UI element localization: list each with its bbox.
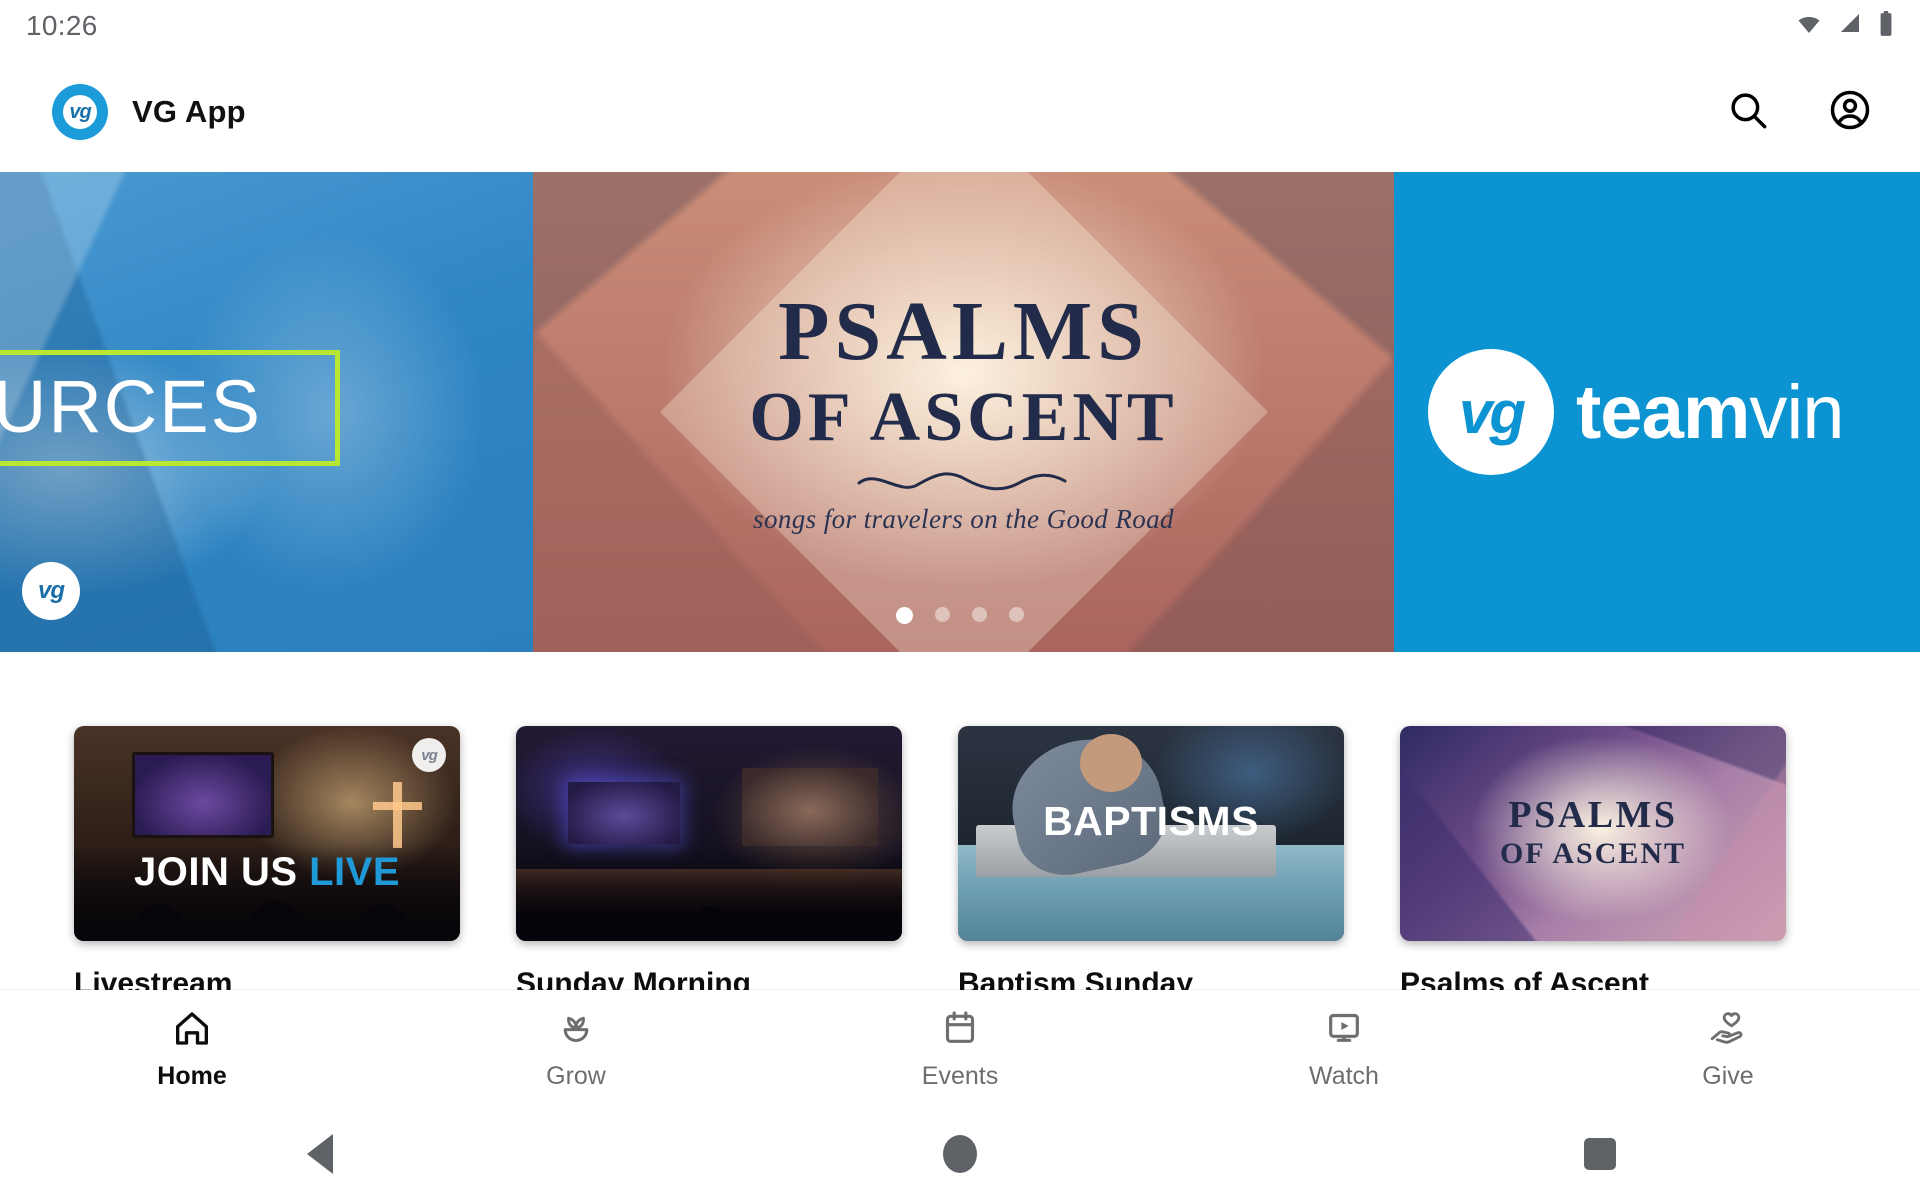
carousel-pagination[interactable] (0, 607, 1920, 624)
nav-item-grow[interactable]: Grow (384, 1008, 768, 1091)
resources-title: SOURCES (0, 365, 262, 448)
list-item[interactable]: Sunday Morning (516, 726, 902, 1001)
baptism-overlay-text: BAPTISMS (1043, 798, 1259, 844)
nav-item-give[interactable]: Give (1536, 1008, 1920, 1091)
nav-item-watch[interactable]: Watch (1152, 1008, 1536, 1091)
carousel-dot-3[interactable] (972, 607, 987, 622)
psalms-thumb-line1: PSALMS (1508, 793, 1678, 836)
stage-screen (132, 752, 274, 838)
nav-label-give: Give (1702, 1061, 1754, 1090)
app-title: VG App (132, 94, 246, 129)
cell-signal-icon (1838, 12, 1864, 41)
seedling-icon (556, 1008, 596, 1053)
nav-label-home: Home (157, 1061, 227, 1090)
app-bar: vg VG App (0, 52, 1920, 172)
app-bar-actions (1720, 84, 1878, 140)
nav-label-watch: Watch (1309, 1061, 1379, 1090)
livestream-overlay-text: JOIN US LIVE (74, 850, 460, 895)
psalms-title-line2: OF ASCENT (749, 378, 1178, 456)
nav-label-events: Events (921, 1061, 999, 1090)
nav-item-home[interactable]: Home (0, 1008, 384, 1091)
account-button[interactable] (1822, 84, 1878, 140)
flourish-ornament-icon (857, 472, 1066, 491)
carousel-dot-1[interactable] (896, 607, 913, 624)
baptizer-head (1080, 734, 1142, 792)
battery-icon (1878, 10, 1894, 42)
status-icons (1794, 10, 1894, 42)
system-navigation-bar (0, 1108, 1920, 1200)
card-track[interactable]: JOIN US LIVE vg Livestream Sunday Mornin… (0, 726, 1920, 1001)
status-time: 10:26 (26, 10, 98, 41)
overlay-text-accent: LIVE (309, 850, 401, 894)
status-bar: 10:26 (0, 0, 1920, 52)
recents-button[interactable] (1540, 1108, 1660, 1200)
crowd-silhouette (516, 849, 902, 941)
carousel-dot-2[interactable] (935, 607, 950, 622)
psalms-thumbnail[interactable]: PSALMS OF ASCENT (1400, 726, 1786, 941)
psalms-content: PSALMS OF ASCENT songs for travelers on … (533, 172, 1394, 652)
vg-logo-icon: vg (52, 84, 108, 140)
vg-logo-monogram: vg (63, 95, 97, 129)
psalms-thumb-content: PSALMS OF ASCENT (1400, 726, 1786, 941)
teamvine-word-bold: team (1576, 369, 1750, 455)
teamvine-wordmark: teamvin (1576, 369, 1845, 456)
carousel-slide-teamvine[interactable]: vg teamvin (1394, 172, 1920, 652)
video-monitor-icon (1324, 1008, 1364, 1053)
triangle-back-icon (307, 1134, 333, 1174)
calendar-icon (940, 1008, 980, 1053)
bottom-navigation: Home Grow Events Watch Give (0, 990, 1920, 1108)
psalms-title-line1: PSALMS (778, 285, 1149, 379)
list-item[interactable]: JOIN US LIVE vg Livestream (74, 726, 460, 1001)
teamvine-lockup: vg teamvin (1428, 349, 1845, 475)
overlay-text-white: JOIN US (133, 850, 310, 894)
cross-decor-icon (373, 782, 422, 848)
vg-watermark-icon: vg (412, 738, 446, 772)
list-item[interactable]: PSALMS OF ASCENT Psalms of Ascent (1400, 726, 1786, 1001)
sunday-morning-thumbnail[interactable] (516, 726, 902, 941)
carousel-dot-4[interactable] (1009, 607, 1024, 622)
nav-item-events[interactable]: Events (768, 1008, 1152, 1091)
square-recents-icon (1584, 1138, 1616, 1170)
home-icon (172, 1008, 212, 1053)
main-screen (742, 768, 878, 846)
carousel-slide-psalms[interactable]: PSALMS OF ASCENT songs for travelers on … (533, 172, 1394, 652)
livestream-thumbnail[interactable]: JOIN US LIVE vg (74, 726, 460, 941)
teamvine-logo-icon: vg (1428, 349, 1554, 475)
list-item[interactable]: BAPTISMS Baptism Sunday (958, 726, 1344, 1001)
circle-home-icon (943, 1135, 977, 1173)
psalms-thumb-line2: OF ASCENT (1499, 837, 1687, 871)
search-button[interactable] (1720, 84, 1776, 140)
search-icon (1727, 89, 1769, 136)
baptism-thumbnail[interactable]: BAPTISMS (958, 726, 1344, 941)
home-button[interactable] (900, 1108, 1020, 1200)
nav-label-grow: Grow (546, 1061, 606, 1090)
account-circle-icon (1829, 89, 1871, 136)
teamvine-word-light: vin (1749, 369, 1844, 455)
hero-carousel[interactable]: SOURCES vg PSALMS OF ASCENT songs for tr… (0, 172, 1920, 652)
app-screen: 10:26 vg VG App URCES vg PSALMS OF ASCEN… (0, 0, 1920, 1200)
back-button[interactable] (260, 1108, 380, 1200)
carousel-slide-resources[interactable]: SOURCES vg (0, 172, 533, 652)
hand-heart-icon (1708, 1008, 1748, 1053)
side-screen (568, 782, 680, 844)
app-brand[interactable]: vg VG App (52, 84, 246, 140)
wifi-icon (1794, 12, 1824, 41)
psalms-subtitle: songs for travelers on the Good Road (753, 503, 1174, 534)
